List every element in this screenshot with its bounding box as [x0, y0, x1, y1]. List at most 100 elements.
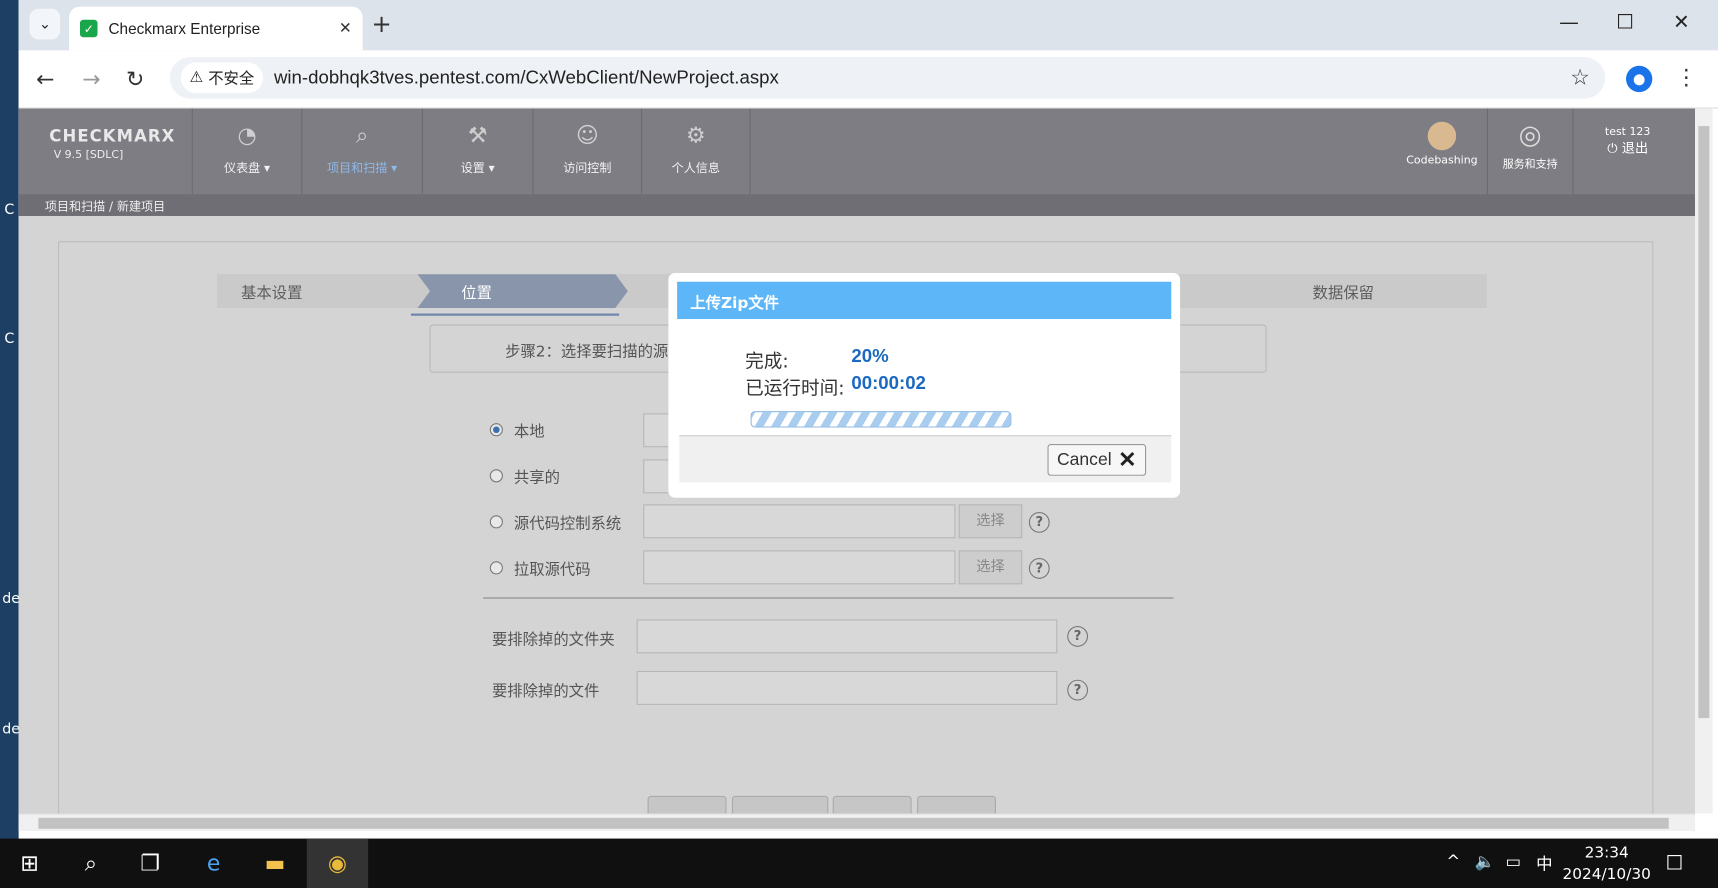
clock-time: 23:34	[1584, 844, 1629, 862]
user-gear-icon: ⚙	[685, 121, 706, 149]
lifebuoy-icon: ◎	[1518, 119, 1542, 151]
radio-local[interactable]	[489, 423, 503, 437]
users-icon: ☺	[575, 121, 599, 149]
horizontal-scrollbar[interactable]	[18, 813, 1696, 831]
vertical-scrollbar[interactable]	[1695, 108, 1713, 814]
bookmark-star-icon[interactable]: ☆	[1570, 64, 1590, 90]
logout-button[interactable]: ⏻ 退出	[1573, 138, 1681, 157]
exclude-files-input[interactable]	[636, 670, 1058, 705]
insecure-label: 不安全	[208, 70, 255, 88]
cancel-upload-button[interactable]: Cancel ✕	[1047, 444, 1147, 476]
reload-icon[interactable]: ↻	[126, 66, 144, 92]
back-button[interactable]	[647, 795, 727, 814]
codebashing-avatar-icon	[1427, 121, 1457, 151]
tab-bar: ⌄ ✓ Checkmarx Enterprise ✕ + — ☐ ✕	[18, 0, 1718, 51]
browser-toolbar: ← → ↻ ⚠ 不安全 win-dobhqk3tves.pentest.com/…	[18, 50, 1718, 109]
desktop-label: C	[4, 201, 15, 219]
option-source-control-label: 源代码控制系统	[513, 515, 622, 533]
menu-label: 仪表盘	[224, 161, 261, 176]
help-icon[interactable]: ?	[1067, 625, 1089, 647]
taskbar: ⊞ ⌕ ❐ e ▬ ◉ ^ 🔈 ▭ 中 23:34 2024/10/30 ☐	[0, 838, 1718, 888]
finish-button[interactable]	[917, 795, 996, 814]
dialog-title: 上传Zip文件	[677, 281, 1172, 320]
windows-start-icon[interactable]: ⊞	[15, 850, 43, 879]
exclude-files-label: 要排除掉的文件	[491, 682, 600, 701]
internet-explorer-icon[interactable]: e	[199, 850, 227, 879]
done-value: 20%	[851, 345, 889, 367]
menu-label: 个人信息	[671, 161, 720, 176]
step-data-retention[interactable]: 数据保留	[1313, 282, 1374, 304]
tray-chevron-icon[interactable]: ^	[1446, 852, 1460, 872]
cancel-wizard-button[interactable]	[832, 795, 912, 814]
screen: C C de de ⌄ ✓ Checkmarx Enterprise ✕ + —…	[0, 0, 1718, 888]
option-pull-source-label: 拉取源代码	[513, 561, 591, 579]
browser-tab[interactable]: ✓ Checkmarx Enterprise ✕	[69, 6, 363, 51]
menu-label: 访问控制	[563, 161, 612, 176]
new-tab-icon[interactable]: +	[371, 11, 391, 38]
kebab-menu-icon[interactable]: ⋮	[1675, 64, 1697, 90]
exclude-folders-label: 要排除掉的文件夹	[491, 631, 615, 650]
warning-icon: ⚠	[189, 69, 209, 87]
task-view-icon[interactable]: ❐	[136, 850, 164, 879]
minimize-icon[interactable]: —	[1559, 11, 1579, 34]
radio-source-control[interactable]	[489, 515, 503, 529]
step-underline	[410, 313, 620, 316]
menu-access-control[interactable]: ☺ 访问控制	[532, 108, 641, 195]
back-icon[interactable]: ←	[36, 66, 54, 92]
chrome-icon: ◉	[327, 849, 348, 876]
tab-search-button[interactable]: ⌄	[29, 8, 61, 40]
source-control-select-button[interactable]: 选择	[958, 504, 1023, 539]
help-icon[interactable]: ?	[1067, 679, 1089, 701]
search-icon[interactable]: ⌕	[77, 850, 105, 879]
close-tab-icon[interactable]: ✕	[339, 20, 352, 38]
clock[interactable]: 23:34 2024/10/30	[1562, 842, 1650, 886]
file-explorer-icon[interactable]: ▬	[261, 850, 289, 879]
option-local-label: 本地	[513, 423, 545, 441]
elapsed-value: 00:00:02	[851, 372, 926, 394]
source-control-field[interactable]	[643, 504, 956, 539]
desktop-strip: C C de de	[0, 0, 20, 839]
exclude-folders-input[interactable]	[636, 619, 1058, 654]
forward-icon[interactable]: →	[82, 66, 100, 92]
vertical-scroll-thumb[interactable]	[1698, 126, 1710, 719]
desktop-label: de	[2, 721, 20, 738]
address-bar[interactable]: ⚠ 不安全 win-dobhqk3tves.pentest.com/CxWebC…	[169, 57, 1606, 99]
close-window-icon[interactable]: ✕	[1673, 11, 1690, 34]
support-link[interactable]: ◎ 服务和支持	[1486, 108, 1572, 195]
tab-title: Checkmarx Enterprise	[108, 19, 261, 38]
user-name: test 123	[1604, 126, 1651, 139]
network-icon[interactable]: ▭	[1505, 852, 1521, 872]
menu-personal-info[interactable]: ⚙ 个人信息	[640, 108, 751, 195]
next-button[interactable]	[731, 795, 829, 814]
step-location-active[interactable]	[417, 274, 628, 309]
menu-settings[interactable]: ⚒ 设置 ▾	[421, 108, 533, 195]
project-scan-icon: ⌕	[355, 121, 369, 149]
menu-projects-scans[interactable]: ⌕ 项目和扫描 ▾	[301, 108, 422, 195]
radio-pull-source[interactable]	[489, 561, 503, 575]
user-panel: test 123 ⏻ 退出	[1572, 108, 1682, 195]
upload-progress-bar	[750, 411, 1012, 428]
help-icon[interactable]: ?	[1028, 511, 1050, 533]
step-basic-settings[interactable]: 基本设置	[241, 282, 302, 304]
radio-shared[interactable]	[489, 469, 503, 483]
chrome-taskbar-active[interactable]: ◉	[306, 838, 369, 888]
menu-dashboard[interactable]: ◔ 仪表盘 ▾	[191, 108, 302, 195]
codebashing-link[interactable]: Codebashing	[1406, 109, 1478, 195]
url-text[interactable]: win-dobhqk3tves.pentest.com/CxWebClient/…	[274, 67, 779, 89]
pull-source-field[interactable]	[643, 550, 956, 585]
checkmarx-logo[interactable]: CHECKMARX	[49, 126, 175, 146]
maximize-icon[interactable]: ☐	[1616, 11, 1634, 34]
notification-icon[interactable]: ☐	[1665, 852, 1683, 875]
security-chip[interactable]: ⚠ 不安全	[180, 62, 263, 94]
pull-source-select-button[interactable]: 选择	[958, 550, 1023, 585]
horizontal-scroll-thumb[interactable]	[38, 817, 1669, 829]
divider	[483, 597, 1174, 599]
profile-icon[interactable]: ●	[1626, 65, 1653, 93]
help-icon[interactable]: ?	[1028, 558, 1050, 579]
ime-indicator[interactable]: 中	[1536, 852, 1552, 875]
volume-icon[interactable]: 🔈	[1475, 852, 1495, 872]
chevron-down-icon: ⌄	[38, 15, 51, 33]
menu-label: 项目和扫描	[327, 161, 388, 176]
upload-zip-dialog: 上传Zip文件 完成: 20% 已运行时间: 00:00:02 Cancel ✕	[668, 272, 1181, 498]
done-label: 完成:	[745, 350, 789, 373]
